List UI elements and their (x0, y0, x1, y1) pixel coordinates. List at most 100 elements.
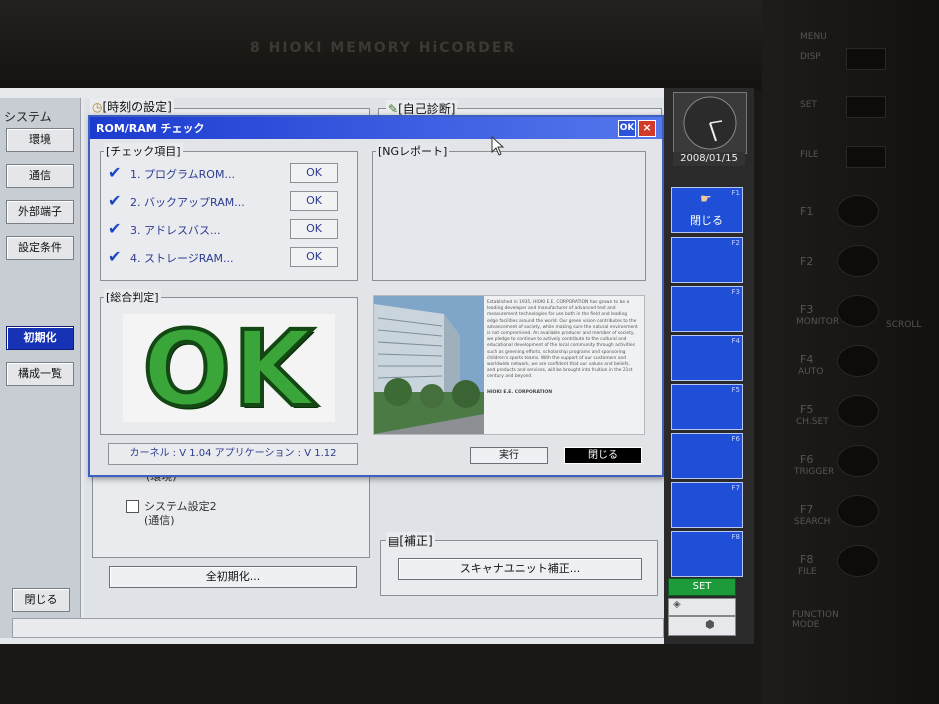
f6-key[interactable]: F6 (671, 433, 743, 479)
overall-result-panel: OK (123, 308, 335, 430)
system-sidebar: システム 環境 通信 外部端子 設定条件 初期化 構成一覧 閉じる (0, 98, 81, 638)
f3-hw-button[interactable] (837, 295, 879, 327)
status-bar (12, 618, 664, 638)
scanner-correction-button[interactable]: スキャナユニット補正... (398, 558, 642, 580)
scroll-hw-label: SCROLL (886, 320, 922, 330)
correction-section-label: ▤[補正] (386, 532, 435, 549)
file2-hw-label: FILE (798, 567, 817, 577)
check-icon: ✔ (108, 219, 122, 238)
sidebar-item-environment[interactable]: 環境 (6, 128, 74, 152)
eraser-slot: ◈ (668, 598, 736, 616)
function-mode-hw-label: FUNCTION MODE (792, 610, 839, 630)
device-brand-text: 8 HIOKI MEMORY HiCORDER (250, 40, 517, 56)
check-result: OK (290, 247, 338, 267)
sidebar-item-configuration-list[interactable]: 構成一覧 (6, 362, 74, 386)
f1-close-label: 閉じる (690, 214, 723, 227)
system-setting2-checkbox[interactable] (126, 500, 139, 513)
f1-close-key[interactable]: F1 ☛ 閉じる (671, 187, 743, 233)
f3-hw-label: F3 (800, 303, 814, 316)
company-photo: Established in 1935, HIOKI E.E. CORPORAT… (373, 295, 645, 435)
mouse-cursor-icon (491, 136, 505, 156)
sidebar-close-button[interactable]: 閉じる (12, 588, 70, 612)
check-row: ✔ 4. ストレージRAM... OK (108, 247, 338, 269)
f4-key[interactable]: F4 (671, 335, 743, 381)
f8-hw-button[interactable] (837, 545, 879, 577)
wrench-icon: ✎ (388, 102, 399, 116)
f2-hw-button[interactable] (837, 245, 879, 277)
building-image (374, 296, 484, 434)
check-item-label: 3. アドレスバス... (130, 224, 221, 237)
sidebar-item-initialize[interactable]: 初期化 (6, 326, 74, 350)
dialog-close-button[interactable]: 閉じる (564, 447, 642, 464)
clock-icon: ◷ (92, 100, 103, 114)
dialog-title: ROM/RAM チェック (96, 122, 205, 135)
monitor-hw-label: MONITOR (796, 317, 840, 327)
menu-hw-label: MENU (800, 32, 827, 42)
f4-hw-label: F4 (800, 353, 814, 366)
overall-judgment-box: OK (100, 297, 358, 435)
f4-hw-button[interactable] (837, 345, 879, 377)
f8-key[interactable]: F8 (671, 531, 743, 577)
f3-key[interactable]: F3 (671, 286, 743, 332)
disp-hw-button[interactable] (846, 48, 886, 70)
trigger-hw-label: TRIGGER (794, 467, 835, 477)
f8-key-label: F8 (731, 533, 740, 541)
f5-hw-button[interactable] (837, 395, 879, 427)
sidebar-item-external-terminal[interactable]: 外部端子 (6, 200, 74, 224)
disk-slot: ⬢ (668, 616, 736, 636)
set-hw-label: SET (800, 100, 817, 110)
check-result: OK (290, 191, 338, 211)
date-display: 2008/01/15 (673, 152, 745, 166)
sidebar-item-communication[interactable]: 通信 (6, 164, 74, 188)
check-result: OK (290, 163, 338, 183)
check-row: ✔ 3. アドレスバス... OK (108, 219, 338, 241)
check-items-label: [チェック項目] (104, 143, 183, 159)
execute-button[interactable]: 実行 (470, 447, 548, 464)
f1-hw-button[interactable] (837, 195, 879, 227)
sidebar-item-setting-conditions[interactable]: 設定条件 (6, 236, 74, 260)
f6-hw-label: F6 (800, 453, 814, 466)
clock-icon (683, 96, 737, 150)
all-initialize-button[interactable]: 全初期化... (109, 566, 357, 588)
hand-icon: ☛ (700, 192, 712, 207)
titlebar-close-button[interactable]: × (638, 120, 656, 137)
f1-hw-label: F1 (800, 205, 814, 218)
device-bezel-right: MENU DISP SET FILE F1 F2 F3 MONITOR F4 A… (762, 0, 939, 704)
note-icon: ▤ (388, 534, 400, 548)
set-hw-button[interactable] (846, 96, 886, 118)
file-hw-label: FILE (800, 150, 819, 160)
f5-key-label: F5 (731, 386, 740, 394)
check-row: ✔ 1. プログラムROM... OK (108, 163, 338, 185)
company-name: HIOKI E.E. CORPORATION (487, 390, 553, 395)
auto-hw-label: AUTO (798, 367, 824, 377)
check-item-label: 1. プログラムROM... (130, 168, 235, 181)
time-section-label: ◷[時刻の設定] (90, 98, 174, 115)
version-info: カーネル : V 1.04 アプリケーション : V 1.12 (108, 443, 358, 465)
f5-key[interactable]: F5 (671, 384, 743, 430)
f1-key-label: F1 (731, 189, 740, 197)
f2-key[interactable]: F2 (671, 237, 743, 283)
f6-hw-button[interactable] (837, 445, 879, 477)
check-row: ✔ 2. バックアップRAM... OK (108, 191, 338, 213)
comm-label: (通信) (144, 514, 175, 527)
check-item-label: 4. ストレージRAM... (130, 252, 234, 265)
ng-report-box (372, 151, 646, 281)
overall-judgment-label: [総合判定] (104, 289, 161, 305)
overall-result-text: OK (141, 308, 316, 430)
check-result: OK (290, 219, 338, 239)
f3-key-label: F3 (731, 288, 740, 296)
chset-hw-label: CH.SET (796, 417, 829, 427)
set-indicator: SET (668, 578, 736, 596)
file-hw-button[interactable] (846, 146, 886, 168)
titlebar-ok-button[interactable]: OK (618, 120, 636, 137)
f7-hw-button[interactable] (837, 495, 879, 527)
search-hw-label: SEARCH (794, 517, 831, 527)
f6-key-label: F6 (731, 435, 740, 443)
f2-hw-label: F2 (800, 255, 814, 268)
f7-key[interactable]: F7 (671, 482, 743, 528)
disp-hw-label: DISP (800, 52, 821, 62)
check-icon: ✔ (108, 191, 122, 210)
check-icon: ✔ (108, 163, 122, 182)
f4-key-label: F4 (731, 337, 740, 345)
eraser-icon: ◈ (673, 599, 681, 610)
